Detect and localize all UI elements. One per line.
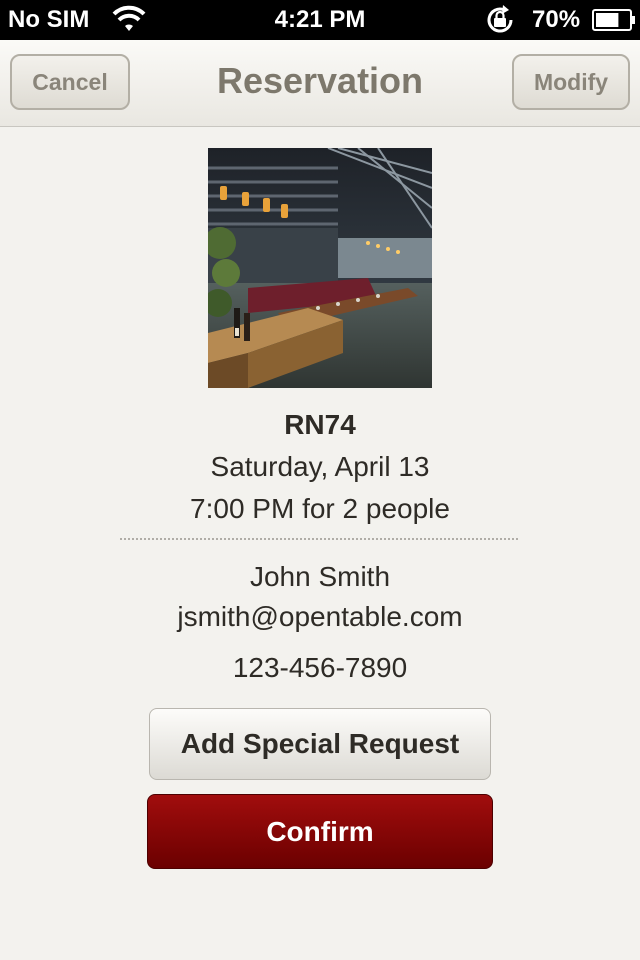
guest-email: jsmith@opentable.com: [177, 601, 463, 632]
status-bar: No SIM 4:21 PM 70%: [0, 0, 640, 40]
lock-rotation-icon: [487, 5, 513, 33]
restaurant-photo: [208, 148, 432, 388]
navigation-bar: Cancel Reservation Modify: [0, 40, 640, 127]
battery-icon: [592, 9, 635, 31]
confirm-button[interactable]: Confirm: [147, 794, 493, 869]
add-special-request-button[interactable]: Add Special Request: [149, 708, 491, 780]
modify-button[interactable]: Modify: [512, 54, 630, 110]
reservation-time-party: 7:00 PM for 2 people: [190, 493, 450, 524]
guest-name: John Smith: [249, 561, 391, 592]
reservation-date: Saturday, April 13: [210, 451, 430, 482]
guest-phone: 123-456-7890: [232, 652, 408, 683]
battery-percent: 70%: [532, 6, 581, 33]
divider: [120, 538, 518, 540]
battery-fill: [596, 13, 619, 27]
restaurant-photo-art: [208, 148, 432, 388]
restaurant-name: RN74: [284, 409, 356, 440]
